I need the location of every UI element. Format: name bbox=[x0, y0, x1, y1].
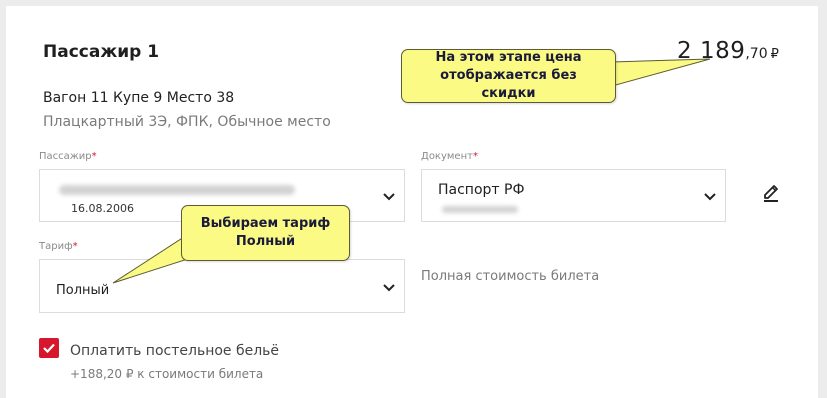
passenger-title: Пассажир 1 bbox=[43, 42, 160, 62]
pencil-icon[interactable] bbox=[761, 180, 781, 202]
price-fraction: ,70 bbox=[745, 46, 768, 62]
passenger-field-label: Пассажир* bbox=[39, 151, 97, 162]
bedding-checkbox[interactable] bbox=[39, 338, 59, 358]
required-mark: * bbox=[472, 151, 478, 162]
seat-details: Плацкартный 3Э, ФПК, Обычное место bbox=[43, 114, 331, 130]
passenger-birthdate: 16.08.2006 bbox=[71, 202, 134, 215]
tariff-value: Полный bbox=[56, 283, 110, 298]
price-callout: На этом этапе цена отображается без скид… bbox=[401, 49, 616, 103]
chevron-down-icon bbox=[383, 284, 395, 292]
passenger-label-text: Пассажир bbox=[39, 151, 92, 162]
price-integer: 2 189 bbox=[677, 38, 746, 64]
tariff-field-label: Тариф* bbox=[39, 241, 78, 252]
tariff-callout: Выбираем тариф Полный bbox=[181, 205, 350, 261]
passenger-name-redacted bbox=[59, 185, 295, 195]
seat-info: Вагон 11 Купе 9 Место 38 bbox=[43, 90, 235, 106]
check-icon bbox=[43, 343, 55, 354]
chevron-down-icon bbox=[704, 193, 716, 201]
price-currency: ₽ bbox=[770, 47, 779, 62]
document-field-label: Документ* bbox=[421, 151, 478, 162]
bedding-label[interactable]: Оплатить постельное бельё bbox=[70, 343, 279, 359]
tariff-label-text: Тариф bbox=[39, 241, 73, 252]
bedding-note: +188,20 ₽ к стоимости билета bbox=[70, 367, 264, 381]
ticket-price: 2 189,70 ₽ bbox=[677, 38, 779, 64]
document-label-text: Документ bbox=[421, 151, 473, 162]
tariff-note: Полная стоимость билета bbox=[421, 269, 600, 284]
document-number-redacted bbox=[442, 206, 518, 213]
required-mark: * bbox=[91, 151, 97, 162]
tariff-select[interactable]: Полный bbox=[39, 259, 405, 313]
document-value: Паспорт РФ bbox=[438, 182, 525, 198]
document-select[interactable]: Паспорт РФ bbox=[421, 169, 726, 222]
chevron-down-icon bbox=[383, 193, 395, 201]
required-mark: * bbox=[72, 241, 78, 252]
